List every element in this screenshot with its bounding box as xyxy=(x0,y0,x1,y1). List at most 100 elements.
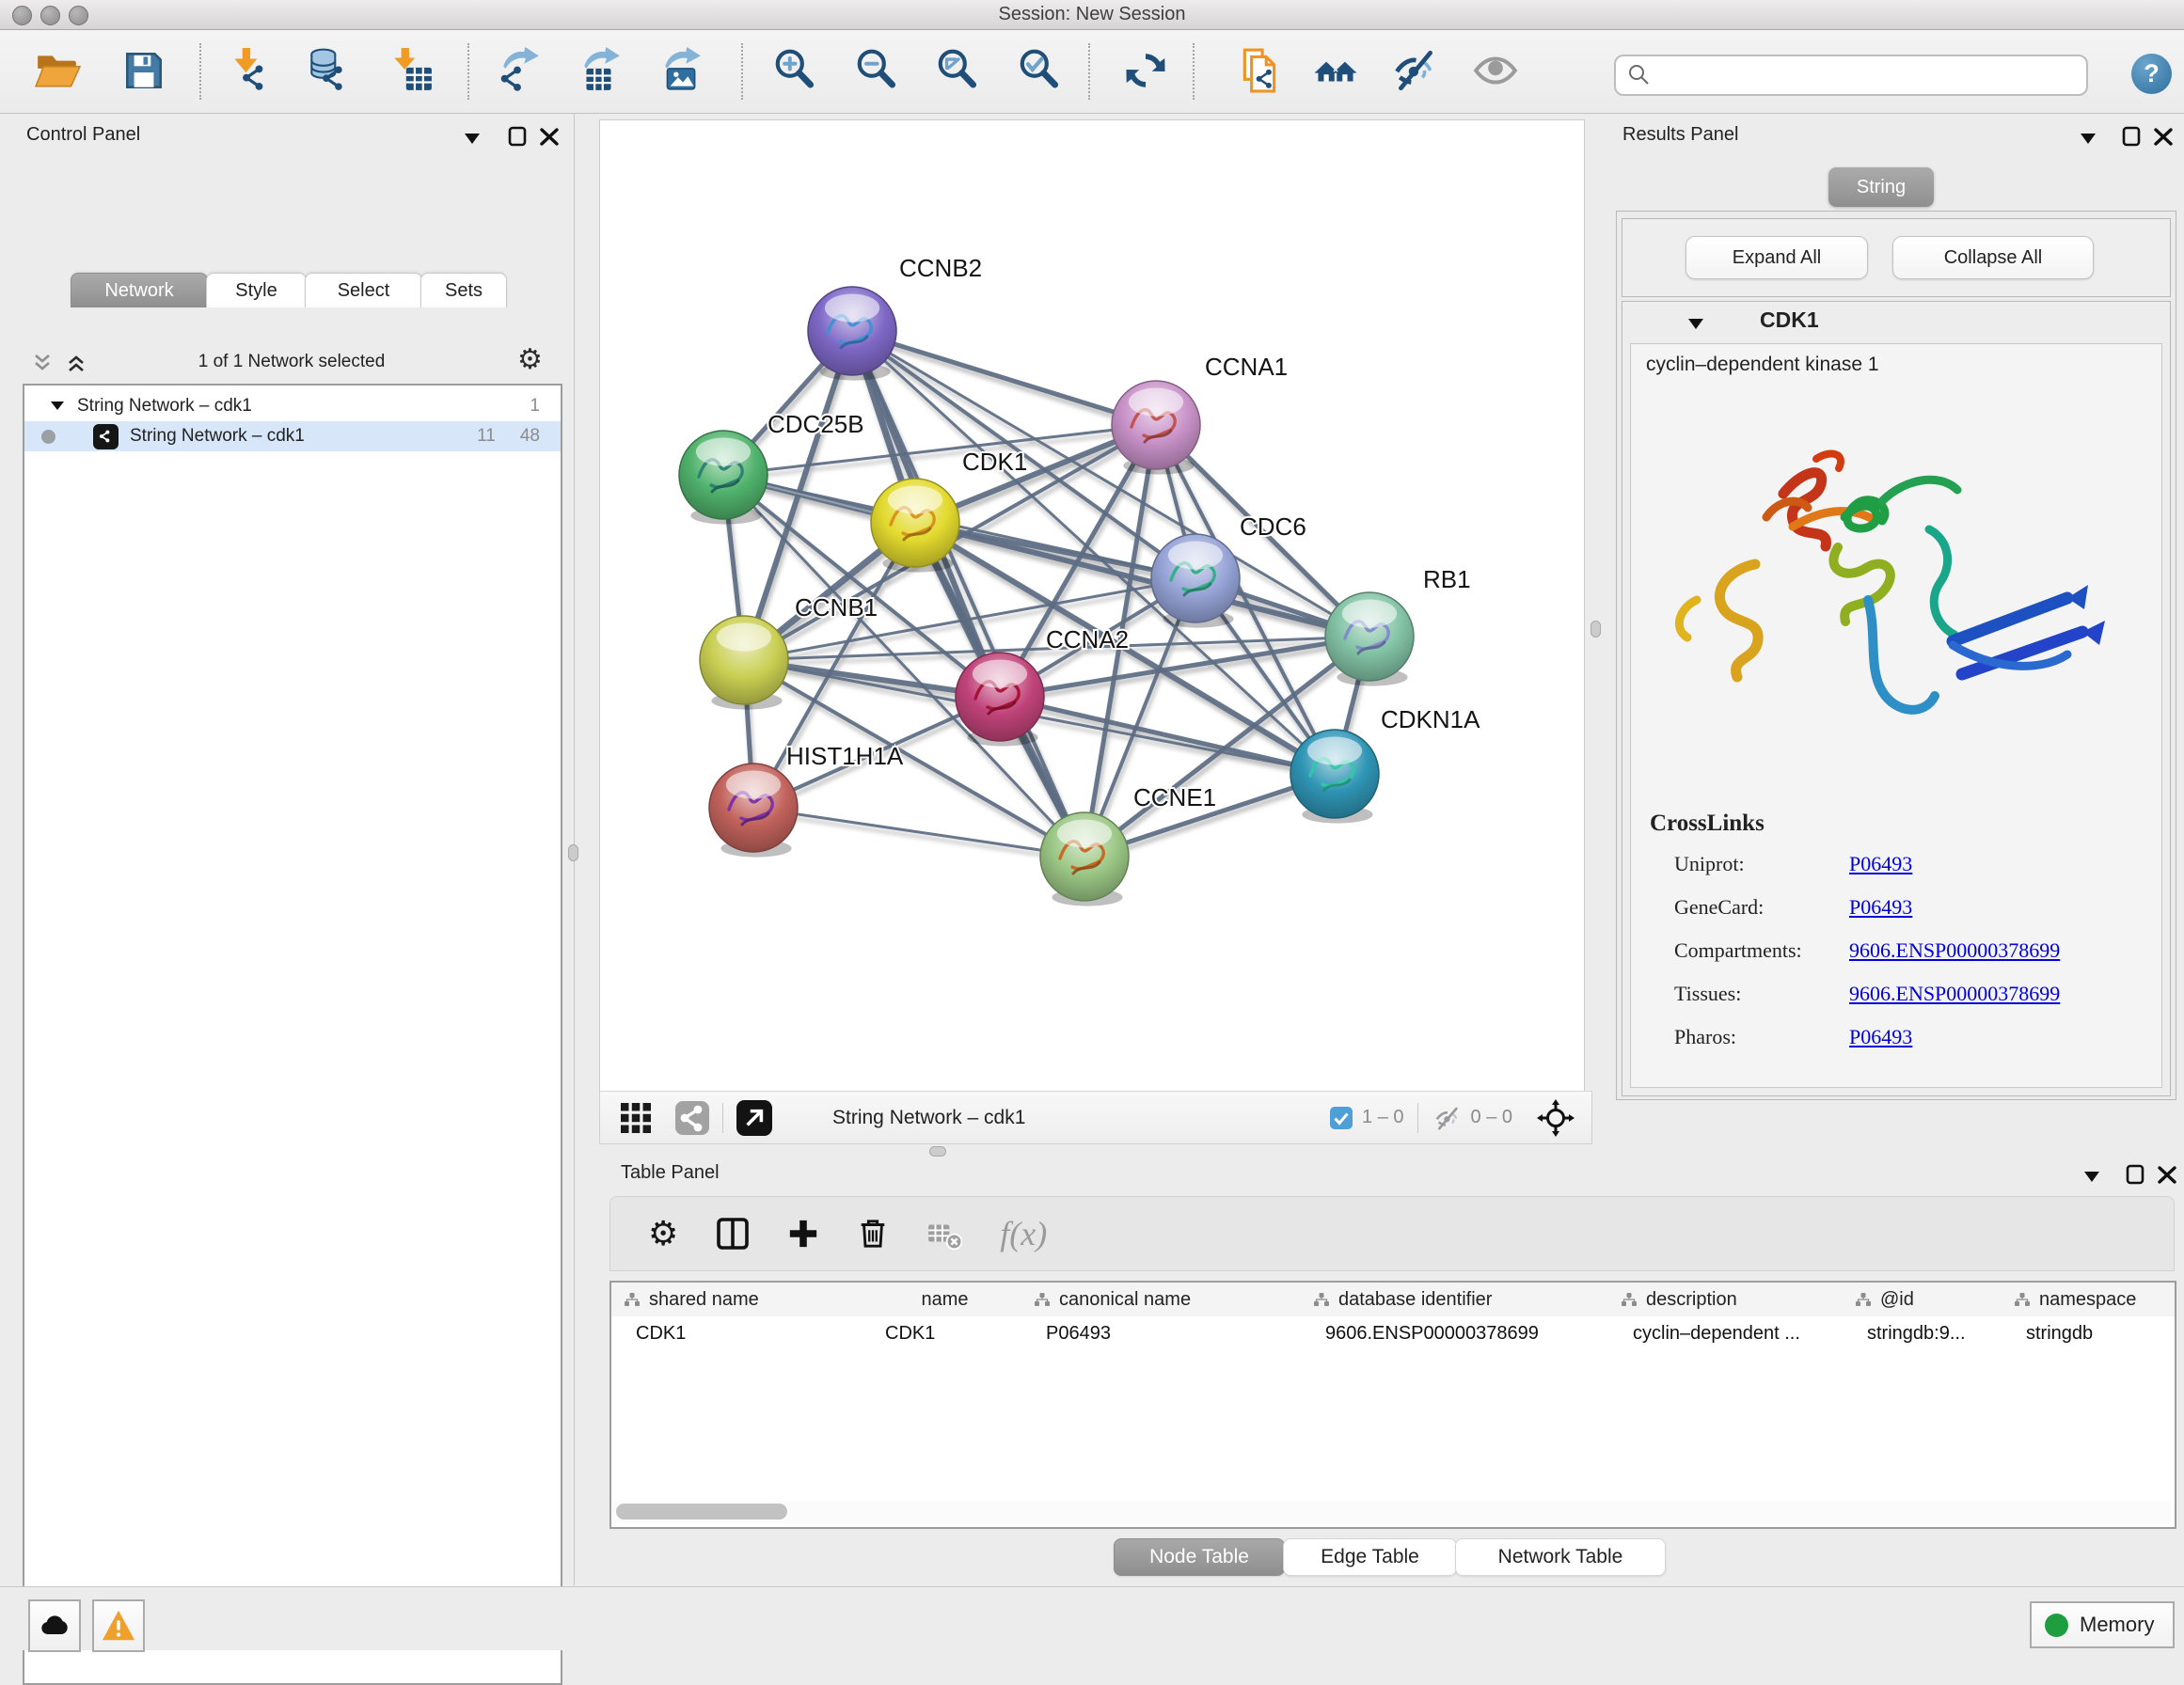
delete-column-icon[interactable] xyxy=(857,1218,889,1250)
cell-description[interactable]: cyclin–dependent ... xyxy=(1608,1316,1843,1350)
fit-content-crosshair-icon[interactable] xyxy=(1537,1099,1575,1137)
edge-HIST1H1A-CCNE1[interactable] xyxy=(753,808,1084,857)
cell-canonical-name[interactable]: P06493 xyxy=(1021,1316,1301,1350)
string-network-graph[interactable]: CCNB2CCNA1CDC25BCDK1CDC6RB1CCNB1CCNA2CDK… xyxy=(600,120,1584,1092)
collapse-protein-icon[interactable] xyxy=(1688,319,1703,330)
tab-edge-table[interactable]: Edge Table xyxy=(1283,1538,1457,1576)
close-panel-icon[interactable] xyxy=(2158,1165,2176,1184)
bottom-splitter-handle[interactable] xyxy=(929,1146,946,1157)
node-CDKN1A[interactable]: CDKN1A xyxy=(1290,705,1480,824)
float-panel-icon[interactable] xyxy=(508,126,527,147)
network-options-gear-icon[interactable]: ⚙ xyxy=(517,346,543,374)
export-image-button[interactable] xyxy=(653,45,707,100)
network-row-selected[interactable]: String Network – cdk1 11 48 xyxy=(24,421,561,451)
tab-string[interactable]: String xyxy=(1828,167,1934,207)
network-collection-row[interactable]: String Network – cdk1 1 xyxy=(24,391,561,421)
column-header-@id[interactable]: @id xyxy=(1843,1283,2002,1316)
expand-all-tree-icon[interactable] xyxy=(66,354,87,372)
show-all-button[interactable] xyxy=(1468,45,1523,100)
hide-selected-button[interactable] xyxy=(1388,45,1443,100)
crosslink-genecard-link[interactable]: P06493 xyxy=(1849,895,1912,920)
open-location-button[interactable] xyxy=(1308,45,1363,100)
zoom-out-button[interactable] xyxy=(849,45,904,100)
show-columns-icon[interactable] xyxy=(716,1217,750,1251)
import-table-button[interactable] xyxy=(383,45,437,100)
protein-section: CDK1 cyclin–dependent kinase 1 xyxy=(1622,301,2171,1096)
search-input[interactable] xyxy=(1614,55,2088,96)
collapse-panel-icon[interactable] xyxy=(465,134,480,145)
refresh-button[interactable] xyxy=(1118,45,1173,100)
cloud-status-button[interactable] xyxy=(28,1599,81,1652)
column-header-name[interactable]: name xyxy=(868,1283,1022,1316)
crosslink-pharos-link[interactable]: P06493 xyxy=(1849,1025,1912,1049)
table-horizontal-scrollbar[interactable] xyxy=(611,1501,2171,1523)
toolbar-separator xyxy=(1088,43,1090,100)
tab-select[interactable]: Select xyxy=(305,273,422,307)
expand-all-button[interactable]: Expand All xyxy=(1685,236,1868,279)
column-header-canonical-name[interactable]: canonical name xyxy=(1021,1283,1302,1316)
edge-CCNA2-CDKN1A[interactable] xyxy=(1000,697,1335,774)
tab-style[interactable]: Style xyxy=(206,273,307,307)
add-column-icon[interactable] xyxy=(787,1218,819,1250)
save-session-button[interactable] xyxy=(117,45,171,100)
crosslink-tissues-link[interactable]: 9606.ENSP00000378699 xyxy=(1849,982,2060,1006)
edge-CCNB2-CCNE1[interactable] xyxy=(852,331,1084,857)
collapse-all-button[interactable]: Collapse All xyxy=(1892,236,2094,279)
collapse-all-tree-icon[interactable] xyxy=(32,354,53,372)
cell-shared-name[interactable]: CDK1 xyxy=(611,1316,868,1350)
node-CCNE1[interactable]: CCNE1 xyxy=(1040,783,1216,906)
import-database-button[interactable] xyxy=(301,45,356,100)
export-table-icon xyxy=(576,47,623,99)
crosslink-uniprot-link[interactable]: P06493 xyxy=(1849,852,1912,876)
close-panel-icon[interactable] xyxy=(2154,127,2173,146)
zoom-fit-button[interactable] xyxy=(930,45,985,100)
node-CCNA1[interactable]: CCNA1 xyxy=(1112,353,1288,475)
node-CDC6[interactable]: CDC6 xyxy=(1151,512,1306,628)
close-panel-icon[interactable] xyxy=(540,127,559,146)
column-header-shared-name[interactable]: shared name xyxy=(611,1283,869,1316)
scrollbar-thumb[interactable] xyxy=(616,1504,787,1520)
column-header-namespace[interactable]: namespace xyxy=(2002,1283,2176,1316)
table-settings-gear-icon[interactable]: ⚙ xyxy=(648,1217,678,1251)
collapse-panel-icon[interactable] xyxy=(2081,134,2096,145)
export-table-button[interactable] xyxy=(572,45,626,100)
node-HIST1H1A[interactable]: HIST1H1A xyxy=(709,742,904,858)
float-panel-icon[interactable] xyxy=(2126,1164,2144,1185)
zoom-in-button[interactable] xyxy=(768,45,822,100)
zoom-selected-button[interactable] xyxy=(1012,45,1067,100)
grid-view-icon[interactable] xyxy=(621,1103,651,1133)
network-overview-icon[interactable] xyxy=(675,1101,709,1135)
tab-node-table[interactable]: Node Table xyxy=(1114,1538,1285,1576)
memory-button[interactable]: Memory xyxy=(2030,1601,2175,1648)
node-table[interactable]: shared nameCDK1nameCDK1canonical nameP06… xyxy=(609,1281,2176,1529)
tab-network-table[interactable]: Network Table xyxy=(1455,1538,1666,1576)
cell-@id[interactable]: stringdb:9... xyxy=(1843,1316,2002,1350)
help-button[interactable]: ? xyxy=(2131,54,2172,94)
tree-expand-icon[interactable] xyxy=(51,402,64,411)
column-header-description[interactable]: description xyxy=(1608,1283,1844,1316)
import-network-button[interactable] xyxy=(222,45,277,100)
edge-CCNB2-CCNA1[interactable] xyxy=(852,331,1156,425)
open-session-button[interactable] xyxy=(30,45,85,100)
cell-namespace[interactable]: stringdb xyxy=(2002,1316,2176,1350)
float-panel-icon[interactable] xyxy=(2122,126,2141,147)
search-text-field[interactable] xyxy=(1659,64,2086,87)
right-splitter-handle[interactable] xyxy=(1591,621,1601,638)
collapse-panel-icon[interactable] xyxy=(2084,1172,2099,1183)
cell-name[interactable]: CDK1 xyxy=(868,1316,1021,1350)
warnings-button[interactable] xyxy=(92,1599,145,1652)
column-header-database-identifier[interactable]: database identifier xyxy=(1301,1283,1609,1316)
cell-database-identifier[interactable]: 9606.ENSP00000378699 xyxy=(1301,1316,1608,1350)
tab-network[interactable]: Network xyxy=(71,273,208,307)
new-network-from-selection-icon xyxy=(1237,47,1284,99)
open-in-window-icon[interactable] xyxy=(736,1100,772,1136)
new-network-from-selection-button[interactable] xyxy=(1233,45,1288,100)
network-canvas[interactable]: CCNB2CCNA1CDC25BCDK1CDC6RB1CCNB1CCNA2CDK… xyxy=(599,119,1585,1093)
tab-sets[interactable]: Sets xyxy=(420,273,507,307)
export-network-button[interactable] xyxy=(491,45,546,100)
selected-checkbox-icon[interactable] xyxy=(1330,1107,1353,1129)
left-splitter-handle[interactable] xyxy=(568,844,578,861)
node-CDC25B[interactable]: CDC25B xyxy=(679,410,864,525)
node-RB1[interactable]: RB1 xyxy=(1325,565,1471,686)
crosslink-compartments-link[interactable]: 9606.ENSP00000378699 xyxy=(1849,938,2060,963)
